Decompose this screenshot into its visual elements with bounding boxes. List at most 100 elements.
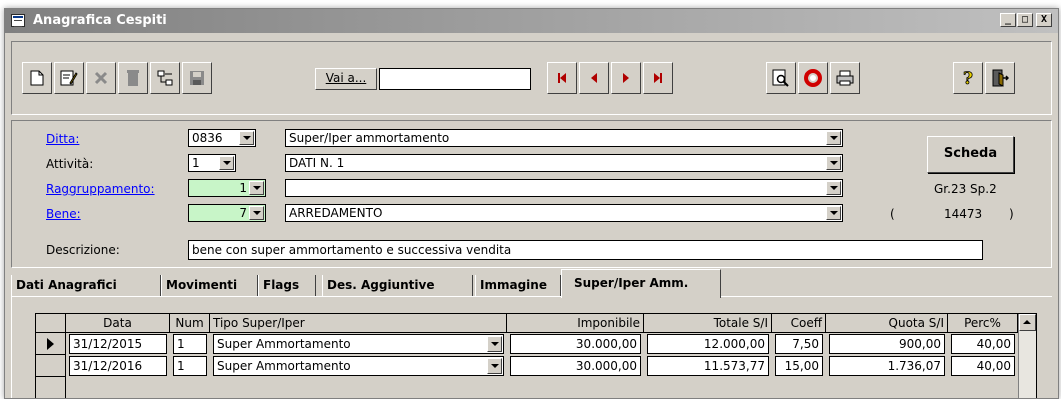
refresh-button[interactable]	[798, 62, 828, 94]
record-close-paren: )	[1009, 207, 1014, 221]
grid-cell-data[interactable]: 31/12/2015	[69, 334, 167, 354]
tipo-value: Super Ammortamento	[217, 337, 351, 351]
column-header[interactable]: Num	[170, 314, 210, 333]
chevron-down-icon[interactable]	[249, 181, 264, 195]
vertical-scrollbar[interactable]	[1018, 314, 1036, 398]
anagrafica-cespiti-window: Anagrafica Cespiti _ □ X Vai a... ? Ditt…	[4, 8, 1059, 399]
last-record-icon	[654, 73, 662, 83]
column-header[interactable]: Quota S/I	[826, 314, 948, 333]
structure-button[interactable]	[150, 62, 180, 94]
last-record-button[interactable]	[643, 62, 673, 94]
attivita-name-value: DATI N. 1	[289, 156, 345, 170]
column-header[interactable]: Imponibile	[507, 314, 644, 333]
scheda-button[interactable]: Scheda	[927, 136, 1014, 173]
scroll-up-arrow-icon[interactable]	[1019, 314, 1036, 331]
descrizione-input[interactable]: bene con super ammortamento e successiva…	[188, 240, 983, 260]
trash-icon	[127, 70, 139, 86]
goto-button[interactable]: Vai a...	[315, 68, 377, 90]
exit-button[interactable]	[985, 62, 1015, 94]
chevron-down-icon[interactable]	[826, 206, 841, 220]
edit-icon	[60, 70, 78, 86]
delete-button[interactable]	[118, 62, 148, 94]
column-header[interactable]: Data	[66, 314, 170, 333]
chevron-down-icon[interactable]	[826, 131, 841, 145]
grid-cell-imponibile[interactable]: 30.000,00	[510, 356, 641, 376]
chevron-down-icon[interactable]	[826, 156, 841, 170]
record-id: 14473	[944, 207, 983, 221]
edit-button[interactable]	[54, 62, 84, 94]
grid-cell-imponibile[interactable]: 30.000,00	[510, 334, 641, 354]
tab-des-aggiuntive[interactable]: Des. Aggiuntive	[322, 275, 473, 297]
save-button[interactable]	[182, 62, 212, 94]
chevron-down-icon[interactable]	[487, 336, 502, 352]
bene-name-combo[interactable]: ARREDAMENTO	[285, 204, 843, 222]
grid-cell-coeff[interactable]: 15,00	[775, 356, 823, 376]
ditta-code-combo[interactable]: 0836	[188, 129, 256, 147]
attivita-name-combo[interactable]: DATI N. 1	[285, 154, 843, 172]
column-header[interactable]: Tipo Super/Iper	[210, 314, 507, 333]
exit-icon	[992, 69, 1009, 87]
tab-movimenti[interactable]: Movimenti	[161, 275, 258, 297]
raggruppamento-code-combo[interactable]: 1	[188, 179, 266, 197]
bene-label[interactable]: Bene:	[46, 207, 81, 221]
form-panel: Ditta: 0836 Super/Iper ammortamento Atti…	[11, 120, 1052, 268]
grid-cell-tipo[interactable]: Super Ammortamento	[213, 356, 504, 376]
grid-cell-perc[interactable]: 40,00	[951, 334, 1015, 354]
column-header[interactable]: Totale S/I	[644, 314, 772, 333]
tab-immagine[interactable]: Immagine	[475, 275, 561, 297]
next-record-icon	[623, 73, 629, 83]
tab-flags[interactable]: Flags	[258, 275, 316, 297]
row-selector[interactable]	[36, 333, 66, 355]
grid-cell-quota[interactable]: 1.736,07	[829, 356, 945, 376]
grid-cell-tipo[interactable]: Super Ammortamento	[213, 334, 504, 354]
grid-cell-data[interactable]: 31/12/2016	[69, 356, 167, 376]
ditta-name-value: Super/Iper ammortamento	[289, 131, 450, 145]
column-header[interactable]: Perc%	[948, 314, 1018, 333]
tab-super-iper-amm[interactable]: Super/Iper Amm.	[561, 269, 721, 298]
grid-cell-totale[interactable]: 12.000,00	[647, 334, 769, 354]
chevron-down-icon[interactable]	[219, 156, 234, 170]
first-record-button[interactable]	[547, 62, 577, 94]
grid-cell-num[interactable]: 1	[173, 334, 207, 354]
previous-record-button[interactable]	[579, 62, 609, 94]
column-header[interactable]: Coeff	[772, 314, 826, 333]
goto-input[interactable]	[379, 68, 531, 90]
new-button[interactable]	[22, 62, 52, 94]
tipo-value: Super Ammortamento	[217, 359, 351, 373]
row-selector[interactable]	[36, 355, 66, 377]
cancel-button[interactable]	[86, 62, 116, 94]
minimize-button[interactable]: _	[1000, 13, 1016, 27]
print-button[interactable]	[830, 62, 860, 94]
grid-cell-num[interactable]: 1	[173, 356, 207, 376]
descrizione-label: Descrizione:	[46, 243, 120, 257]
print-preview-button[interactable]	[766, 62, 796, 94]
grid-cell-quota[interactable]: 900,00	[829, 334, 945, 354]
grid-cell-coeff[interactable]: 7,50	[775, 334, 823, 354]
next-record-button[interactable]	[611, 62, 641, 94]
chevron-down-icon[interactable]	[487, 358, 502, 374]
grid-cell-totale[interactable]: 11.573,77	[647, 356, 769, 376]
first-record-icon	[558, 73, 566, 83]
record-open-paren: (	[890, 207, 895, 221]
tab-dati-anagrafici[interactable]: Dati Anagrafici	[11, 275, 161, 297]
title-bar[interactable]: Anagrafica Cespiti _ □ X	[5, 9, 1058, 33]
save-floppy-icon	[190, 71, 204, 85]
help-button[interactable]: ?	[953, 62, 983, 94]
new-document-icon	[30, 70, 44, 86]
current-row-arrow-icon	[47, 338, 54, 350]
chevron-down-icon[interactable]	[239, 131, 254, 145]
ditta-label[interactable]: Ditta:	[46, 132, 79, 146]
raggruppamento-label[interactable]: Raggruppamento:	[46, 182, 155, 196]
ditta-code-value: 0836	[192, 131, 223, 145]
maximize-button[interactable]: □	[1017, 13, 1033, 27]
attivita-code-combo[interactable]: 1	[188, 154, 236, 172]
raggruppamento-code-value: 1	[239, 181, 247, 195]
raggruppamento-name-combo[interactable]	[285, 179, 843, 197]
bene-code-combo[interactable]: 7	[188, 204, 266, 222]
ditta-name-combo[interactable]: Super/Iper ammortamento	[285, 129, 843, 147]
chevron-down-icon[interactable]	[249, 206, 264, 220]
chevron-down-icon[interactable]	[826, 181, 841, 195]
grid-cell-perc[interactable]: 40,00	[951, 356, 1015, 376]
close-button[interactable]: X	[1036, 13, 1052, 27]
bene-name-value: ARREDAMENTO	[289, 206, 383, 220]
